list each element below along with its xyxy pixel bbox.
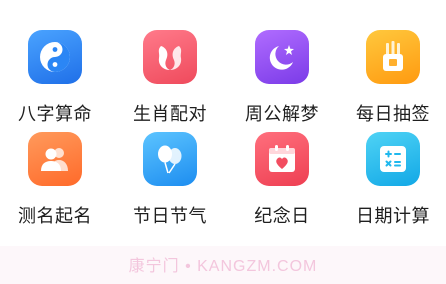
- people-icon: [28, 132, 82, 186]
- tool-dream[interactable]: 周公解梦: [227, 30, 337, 138]
- tool-bazi[interactable]: 八字算命: [0, 30, 110, 138]
- moon-star-icon: [255, 30, 309, 84]
- fortune-sticks-icon: [366, 30, 420, 84]
- yin-yang-icon: [28, 30, 82, 84]
- tool-naming[interactable]: 测名起名: [0, 132, 110, 240]
- calendar-heart-icon: [255, 132, 309, 186]
- tool-grid: 八字算命 生肖配对 周公解梦 每日抽签 测名起名 节日节气 纪念日 日期计算: [0, 0, 446, 240]
- tool-label: 生肖配对: [133, 104, 207, 125]
- balloons-icon: [143, 132, 197, 186]
- tool-label: 周公解梦: [245, 104, 319, 125]
- tool-anniversary[interactable]: 纪念日: [227, 132, 337, 240]
- watermark: 康宁门 • KANGZM.COM: [128, 258, 318, 275]
- tool-daily-draw[interactable]: 每日抽签: [338, 30, 446, 138]
- tool-zodiac-pair[interactable]: 生肖配对: [115, 30, 225, 138]
- tool-label: 八字算命: [18, 104, 92, 125]
- tool-label: 每日抽签: [356, 104, 430, 125]
- tool-label: 节日节气: [133, 206, 207, 227]
- tool-festivals[interactable]: 节日节气: [115, 132, 225, 240]
- tool-label: 纪念日: [254, 206, 310, 227]
- zodiac-pair-icon: [143, 30, 197, 84]
- tool-label: 测名起名: [18, 206, 92, 227]
- calculator-icon: [366, 132, 420, 186]
- tool-date-calc[interactable]: 日期计算: [338, 132, 446, 240]
- tool-label: 日期计算: [356, 206, 430, 227]
